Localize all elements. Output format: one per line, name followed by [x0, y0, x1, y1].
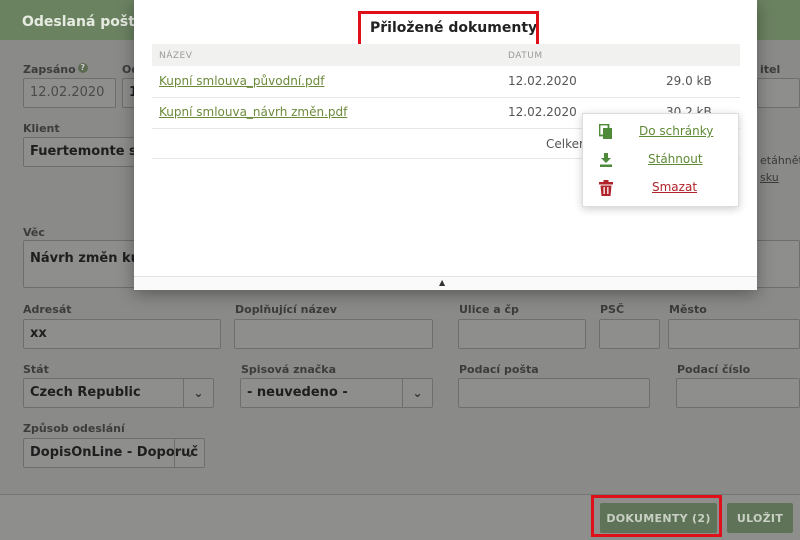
klient-field[interactable]: Fuertemonte s.r.o.	[23, 137, 136, 167]
psc-label: PSČ	[600, 303, 625, 316]
adresat-label: Adresát	[23, 303, 72, 316]
drag-link[interactable]: sku	[760, 171, 779, 184]
right-label: itel	[760, 63, 781, 76]
ulice-field[interactable]	[458, 319, 586, 349]
spisova-label: Spisová značka	[241, 363, 337, 376]
help-icon[interactable]: ?	[77, 63, 88, 73]
document-link[interactable]: Kupní smlouva_návrh změn.pdf	[159, 105, 347, 119]
doplnujici-field[interactable]	[234, 319, 433, 349]
column-header-name: NÁZEV	[159, 51, 193, 61]
ulice-label: Ulice a čp	[459, 303, 519, 316]
spisova-select[interactable]: - neuvedeno - ⌄	[240, 378, 433, 408]
document-date: 12.02.2020	[508, 105, 577, 119]
column-header-date: DATUM	[508, 51, 543, 61]
modal-bottom-bar: ▲	[134, 276, 757, 290]
page-title: Odeslaná pošta	[22, 14, 145, 30]
menu-item-copy[interactable]: Do schránky	[583, 118, 740, 146]
klient-label: Klient	[23, 122, 60, 135]
zpusob-label: Způsob odeslání	[23, 422, 125, 435]
document-link[interactable]: Kupní smlouva_původní.pdf	[159, 74, 324, 88]
adresat-field[interactable]: xx	[23, 319, 221, 349]
podaci-cislo-field[interactable]	[676, 378, 800, 408]
menu-item-label: Do schránky	[639, 124, 714, 138]
menu-item-label: Stáhnout	[648, 152, 703, 166]
drag-hint: etáhněte	[760, 154, 800, 167]
podaci-cislo-label: Podací číslo	[677, 363, 751, 376]
mesto-label: Město	[669, 303, 707, 316]
chevron-down-icon[interactable]: ⌄	[174, 439, 204, 467]
download-icon	[597, 151, 615, 169]
psc-field[interactable]	[599, 319, 660, 349]
ulozit-button[interactable]: ULOŽIT	[727, 503, 793, 533]
document-date: 12.02.2020	[508, 74, 577, 88]
vec-label: Věc	[23, 226, 45, 239]
menu-item-delete[interactable]: Smazat	[583, 174, 740, 202]
stat-select[interactable]: Czech Republic ⌄	[23, 378, 214, 408]
chevron-down-icon[interactable]: ⌄	[402, 379, 432, 407]
podaci-posta-field[interactable]	[458, 378, 650, 408]
spisova-value: - neuvedeno -	[247, 385, 348, 400]
zapsano-field[interactable]: 12.02.2020	[23, 78, 116, 108]
copy-icon	[597, 123, 615, 141]
right-field[interactable]	[757, 78, 800, 108]
podaci-posta-label: Podací pošta	[459, 363, 539, 376]
doplnujici-label: Doplňující název	[235, 303, 337, 316]
document-context-menu: Do schránky Stáhnout Smazat	[582, 113, 739, 207]
collapse-up-icon[interactable]: ▲	[439, 278, 445, 287]
table-row: Kupní smlouva_původní.pdf 12.02.2020 29.…	[152, 66, 740, 96]
mesto-field[interactable]	[668, 319, 800, 349]
chevron-down-icon[interactable]: ⌄	[183, 379, 213, 407]
menu-item-label: Smazat	[652, 180, 698, 194]
table-header: NÁZEV DATUM	[152, 44, 740, 66]
zpusob-value: DopisOnLine - Doporuč	[30, 445, 199, 460]
document-size: 29.0 kB	[666, 74, 712, 88]
zapsano-label: Zapsáno?	[23, 63, 88, 76]
stat-label: Stát	[23, 363, 49, 376]
trash-icon	[597, 179, 615, 197]
stat-value: Czech Republic	[30, 385, 141, 400]
zpusob-select[interactable]: DopisOnLine - Doporuč ⌄	[23, 438, 205, 468]
menu-item-download[interactable]: Stáhnout	[583, 146, 740, 174]
highlight-box	[591, 495, 722, 537]
